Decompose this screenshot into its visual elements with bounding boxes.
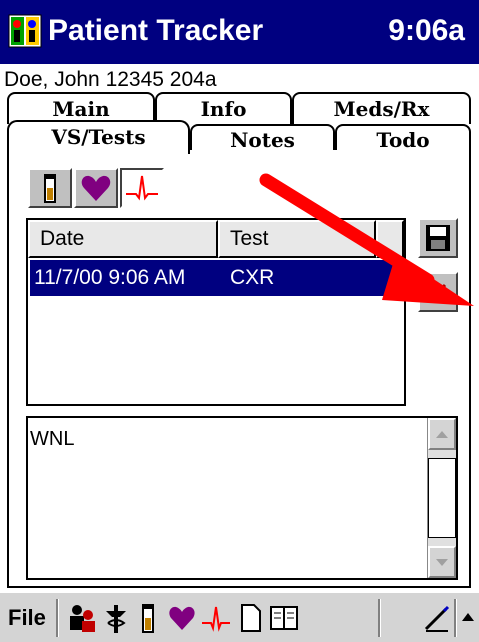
- scroll-down-button[interactable]: [428, 546, 456, 578]
- title-bar: Patient Tracker 9:06a: [0, 0, 479, 64]
- notes-scrollbar[interactable]: [427, 418, 456, 578]
- tests-list[interactable]: Date Test 11/7/00 9:06 AM CXR: [26, 218, 406, 406]
- heart-icon[interactable]: [166, 601, 198, 635]
- up-arrow-icon[interactable]: [458, 601, 478, 635]
- column-header-extra[interactable]: [376, 220, 404, 258]
- tab-notes[interactable]: Notes: [190, 124, 335, 152]
- caduceus-icon[interactable]: [100, 601, 132, 635]
- vitals-category-button[interactable]: [74, 168, 118, 208]
- notes-text: WNL: [30, 428, 75, 450]
- file-menu[interactable]: File: [8, 605, 46, 631]
- tab-todo[interactable]: Todo: [335, 124, 471, 152]
- ekg-icon[interactable]: [200, 601, 232, 635]
- people-icon[interactable]: [66, 601, 98, 635]
- patient-tracker-icon[interactable]: [8, 14, 42, 48]
- row-date: 11/7/00 9:06 AM: [34, 266, 186, 289]
- document-icon[interactable]: [234, 601, 266, 635]
- clock[interactable]: 9:06a: [388, 14, 465, 48]
- column-header-date[interactable]: Date: [28, 220, 218, 258]
- test-tube-icon: [44, 174, 56, 203]
- tests-category-button[interactable]: [28, 168, 72, 208]
- patient-header: Doe, John 12345 204a: [4, 68, 217, 91]
- triangle-down-icon: [436, 559, 448, 566]
- scroll-thumb[interactable]: [428, 458, 456, 538]
- scroll-up-button[interactable]: [428, 418, 456, 450]
- row-test: CXR: [230, 266, 275, 289]
- command-bar: File: [0, 591, 479, 642]
- app-title: Patient Tracker: [48, 14, 264, 47]
- book-icon[interactable]: [268, 601, 300, 635]
- column-header-test[interactable]: Test: [218, 220, 376, 258]
- triangle-up-icon: [436, 431, 448, 438]
- tab-meds-rx[interactable]: Meds/Rx: [292, 92, 471, 124]
- test-tube-icon[interactable]: [132, 601, 164, 635]
- pen-icon[interactable]: [420, 601, 452, 635]
- heart-icon: [81, 175, 111, 201]
- delete-button[interactable]: [418, 272, 458, 312]
- save-button[interactable]: [418, 218, 458, 258]
- table-row[interactable]: 11/7/00 9:06 AM CXR: [30, 260, 404, 296]
- ekg-icon: [126, 175, 158, 201]
- ekg-category-button[interactable]: [120, 168, 164, 208]
- separator: [56, 599, 59, 637]
- separator: [454, 599, 457, 637]
- delete-x-icon: [429, 283, 447, 302]
- separator: [378, 599, 381, 637]
- save-disk-icon: [426, 225, 450, 251]
- tab-vs-tests[interactable]: VS/Tests: [7, 120, 190, 154]
- notes-textarea[interactable]: WNL: [26, 416, 458, 580]
